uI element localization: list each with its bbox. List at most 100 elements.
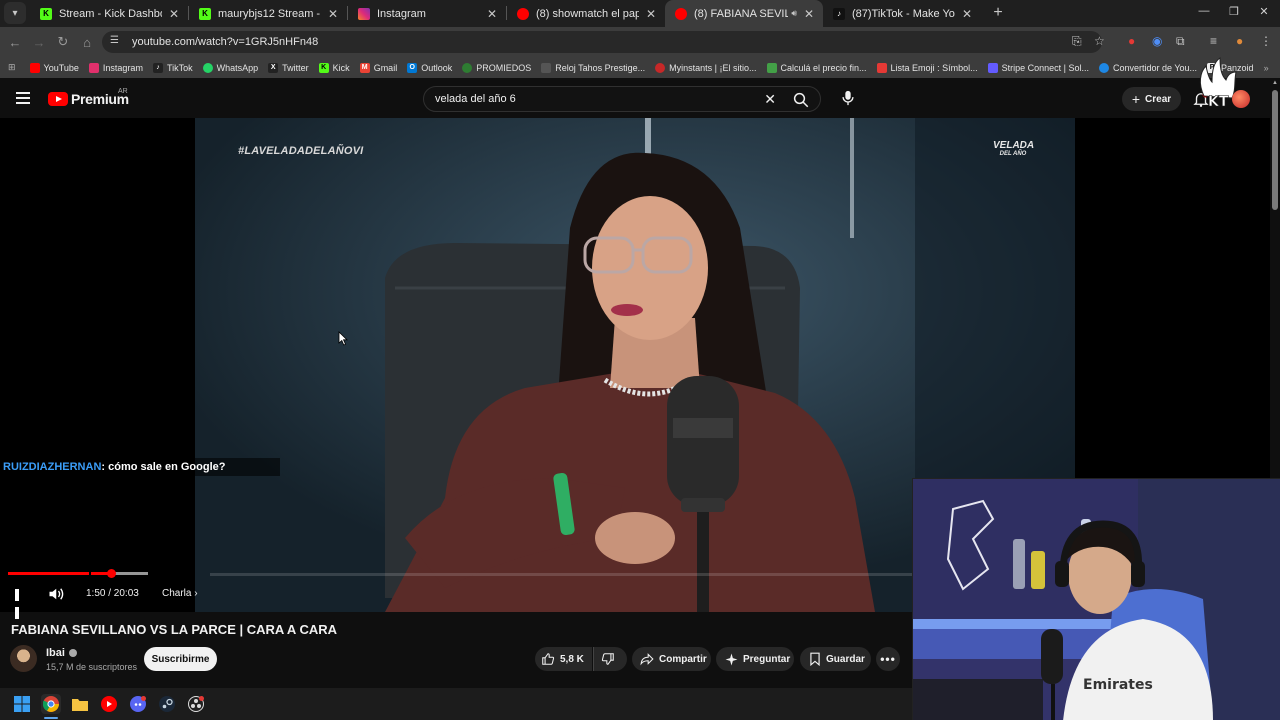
chapter-button[interactable]: Charla › [162,588,198,599]
bookmark-label: PROMIEDOS [476,62,532,73]
extensions-puzzle-icon[interactable]: ⧉ [1176,34,1185,49]
browser-menu-icon[interactable]: ⋮ [1260,34,1272,48]
chevron-right-icon: › [194,588,198,599]
bookmarks-overflow-icon[interactable]: » [1264,63,1269,73]
tab-search-menu-icon[interactable]: ▾ [4,2,26,24]
maximize-icon[interactable]: ❐ [1226,5,1242,18]
forward-icon[interactable]: → [27,35,51,50]
browser-tab-strip: ▾ K Stream - Kick Dashboard ✕ K maurybjs… [0,0,1280,27]
file-explorer-icon[interactable] [70,694,90,714]
tab-title: Instagram [377,7,426,20]
extension-audio-icon[interactable]: ◉ [1152,34,1162,48]
scrollbar-thumb[interactable] [1272,90,1278,210]
share-button[interactable]: Compartir [632,647,711,671]
reload-icon[interactable]: ↻ [51,34,75,50]
bookmark-promiedos[interactable]: PROMIEDOS [462,62,532,73]
browser-tab[interactable]: K maurybjs12 Stream - Watch Live ✕ [189,0,347,27]
bookmark-reloj[interactable]: Reloj Tahos Prestige... [541,62,645,73]
search-input[interactable]: velada del año 6 ✕ [423,86,821,112]
clear-search-icon[interactable]: ✕ [764,91,776,108]
active-app-indicator [44,717,58,719]
voice-search-icon[interactable] [836,86,860,110]
browser-tab[interactable]: ♪ (87)TikTok - Make Your Day ✕ [823,0,981,27]
browser-tab-active[interactable]: (8) FABIANA SEVILLANO VS 🔊︎ ✕ [665,0,823,27]
save-button[interactable]: Guardar [800,647,871,671]
bookmark-instagram[interactable]: Instagram [88,62,143,73]
volume-icon[interactable] [48,586,66,602]
close-window-icon[interactable]: ✕ [1256,5,1272,18]
bookmark-gmail[interactable]: M Gmail [359,62,398,73]
close-tab-icon[interactable]: ✕ [484,7,500,21]
scroll-up-arrow-icon[interactable]: ▲ [1272,80,1278,86]
profile-avatar-icon[interactable]: ● [1236,34,1243,48]
bookmark-emoji[interactable]: Lista Emoji : Símbol... [876,62,978,73]
bookmark-tiktok[interactable]: ♪ TikTok [152,62,193,73]
page-icon [541,62,552,73]
install-app-icon[interactable]: ⎘ [1072,34,1082,49]
myinstants-icon [655,62,666,73]
bookmark-convertidor[interactable]: Convertidor de You... [1098,62,1197,73]
speaker-icon[interactable]: 🔊︎ [791,8,797,19]
mouse-cursor-icon [338,331,348,346]
close-tab-icon[interactable]: ✕ [325,7,341,21]
video-hashtag-overlay: #LAVELADADELAÑOVI [238,145,364,157]
progress-scrubber-handle[interactable] [106,569,116,578]
bookmark-calcula[interactable]: Calculá el precio fin... [766,62,867,73]
close-tab-icon[interactable]: ✕ [643,7,659,21]
bookmark-outlook[interactable]: O Outlook [407,62,452,73]
bookmark-whatsapp[interactable]: WhatsApp [202,62,259,73]
bookmark-label: Gmail [373,62,398,73]
ask-button[interactable]: Preguntar [716,647,794,671]
chapter-label: Charla [162,588,192,599]
bookmark-kick[interactable]: K Kick [318,62,350,73]
bookmark-twitter[interactable]: X Twitter [268,62,309,73]
bookmark-star-icon[interactable]: ☆ [1094,34,1105,48]
bookmark-label: WhatsApp [216,62,259,73]
discord-icon[interactable] [128,694,148,714]
bookmark-stripe[interactable]: Stripe Connect | Sol... [987,62,1089,73]
apps-grid-icon[interactable]: ⊞ [8,62,16,73]
calculator-icon [766,62,777,73]
like-button[interactable]: 5,8 K [535,647,592,671]
extension-red-icon[interactable]: ● [1128,34,1135,48]
steam-icon[interactable] [157,694,177,714]
browser-tab[interactable]: Instagram ✕ [348,0,506,27]
youtube-logo[interactable]: Premium [48,91,129,107]
close-tab-icon[interactable]: ✕ [801,7,817,21]
new-tab-icon[interactable]: + [987,2,1009,24]
menu-icon[interactable] [16,92,30,107]
create-button[interactable]: + Crear [1122,87,1181,111]
media-control-icon[interactable]: ≡ [1210,34,1217,48]
bookmark-myinstants[interactable]: Myinstants | ¡El sitio... [655,62,757,73]
more-actions-button[interactable]: ••• [876,647,900,671]
chrome-icon[interactable] [41,694,61,714]
windows-taskbar [0,688,912,720]
obs-icon[interactable] [186,694,206,714]
close-tab-icon[interactable]: ✕ [959,7,975,21]
dislike-button[interactable] [593,647,627,671]
channel-name-link[interactable]: Ibai [46,647,77,659]
subscribe-button[interactable]: Suscribirme [144,647,217,671]
search-icon[interactable] [792,91,810,109]
page-scrollbar[interactable]: ▲ [1270,78,1280,478]
subscriber-count: 15,7 M de suscriptores [46,662,138,672]
browser-tab[interactable]: K Stream - Kick Dashboard ✕ [30,0,188,27]
channel-avatar[interactable] [10,645,37,672]
close-tab-icon[interactable]: ✕ [166,7,182,21]
bookmark-youtube[interactable]: YouTube [29,62,79,73]
youtube-icon[interactable] [99,694,119,714]
url-text: youtube.com/watch?v=1GRJ5nHFn48 [132,36,319,48]
time-display: 1:50 / 20:03 [86,588,139,599]
site-info-icon[interactable]: ☰ [110,35,124,49]
home-icon[interactable]: ⌂ [75,35,99,50]
create-label: Crear [1145,93,1172,105]
pause-icon[interactable] [15,588,27,619]
address-bar[interactable]: ☰ youtube.com/watch?v=1GRJ5nHFn48 [102,31,1102,53]
youtube-play-icon [48,92,68,106]
account-avatar[interactable] [1232,90,1250,108]
back-icon[interactable]: ← [3,35,27,50]
minimize-icon[interactable]: — [1196,5,1212,17]
browser-tab[interactable]: (8) showmatch el papa de la no ✕ [507,0,665,27]
windows-start-icon[interactable] [12,694,32,714]
channel-name: Ibai [46,647,65,659]
